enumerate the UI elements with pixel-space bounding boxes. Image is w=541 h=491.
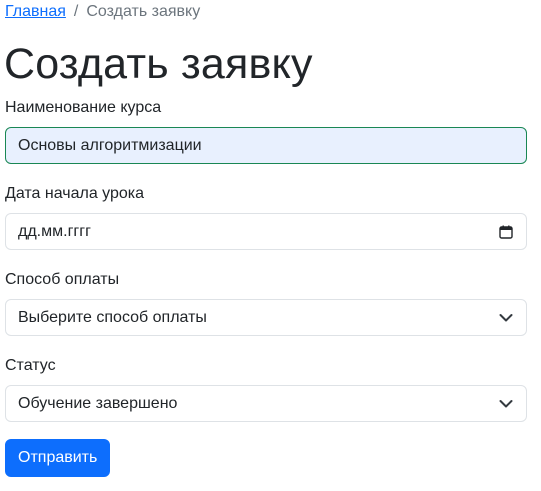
create-request-page: Главная / Создать заявку Создать заявку …: [0, 0, 541, 491]
calendar-icon[interactable]: [498, 224, 514, 240]
date-input[interactable]: дд.мм.гггг: [5, 213, 527, 250]
chevron-down-icon: [498, 396, 514, 412]
payment-select-value: Выберите способ оплаты: [18, 308, 207, 326]
submit-button[interactable]: Отправить: [5, 439, 111, 477]
status-select[interactable]: Обучение завершено: [5, 385, 527, 422]
course-input[interactable]: Основы алгоритмизации: [5, 127, 527, 164]
date-input-placeholder: дд.мм.гггг: [18, 222, 91, 240]
breadcrumb-home-link[interactable]: Главная: [5, 3, 66, 21]
breadcrumb: Главная / Создать заявку: [5, 3, 200, 21]
breadcrumb-separator: /: [73, 3, 79, 20]
status-select-value: Обучение завершено: [18, 394, 178, 412]
breadcrumb-current: Создать заявку: [86, 3, 201, 20]
date-label: Дата начала урока: [5, 185, 145, 202]
course-input-value: Основы алгоритмизации: [18, 136, 202, 154]
payment-label: Способ оплаты: [5, 271, 120, 288]
payment-select[interactable]: Выберите способ оплаты: [5, 299, 527, 336]
page-title: Создать заявку: [4, 40, 313, 88]
status-label: Статус: [5, 357, 56, 374]
course-label: Наименование курса: [5, 99, 162, 116]
chevron-down-icon: [498, 310, 514, 326]
